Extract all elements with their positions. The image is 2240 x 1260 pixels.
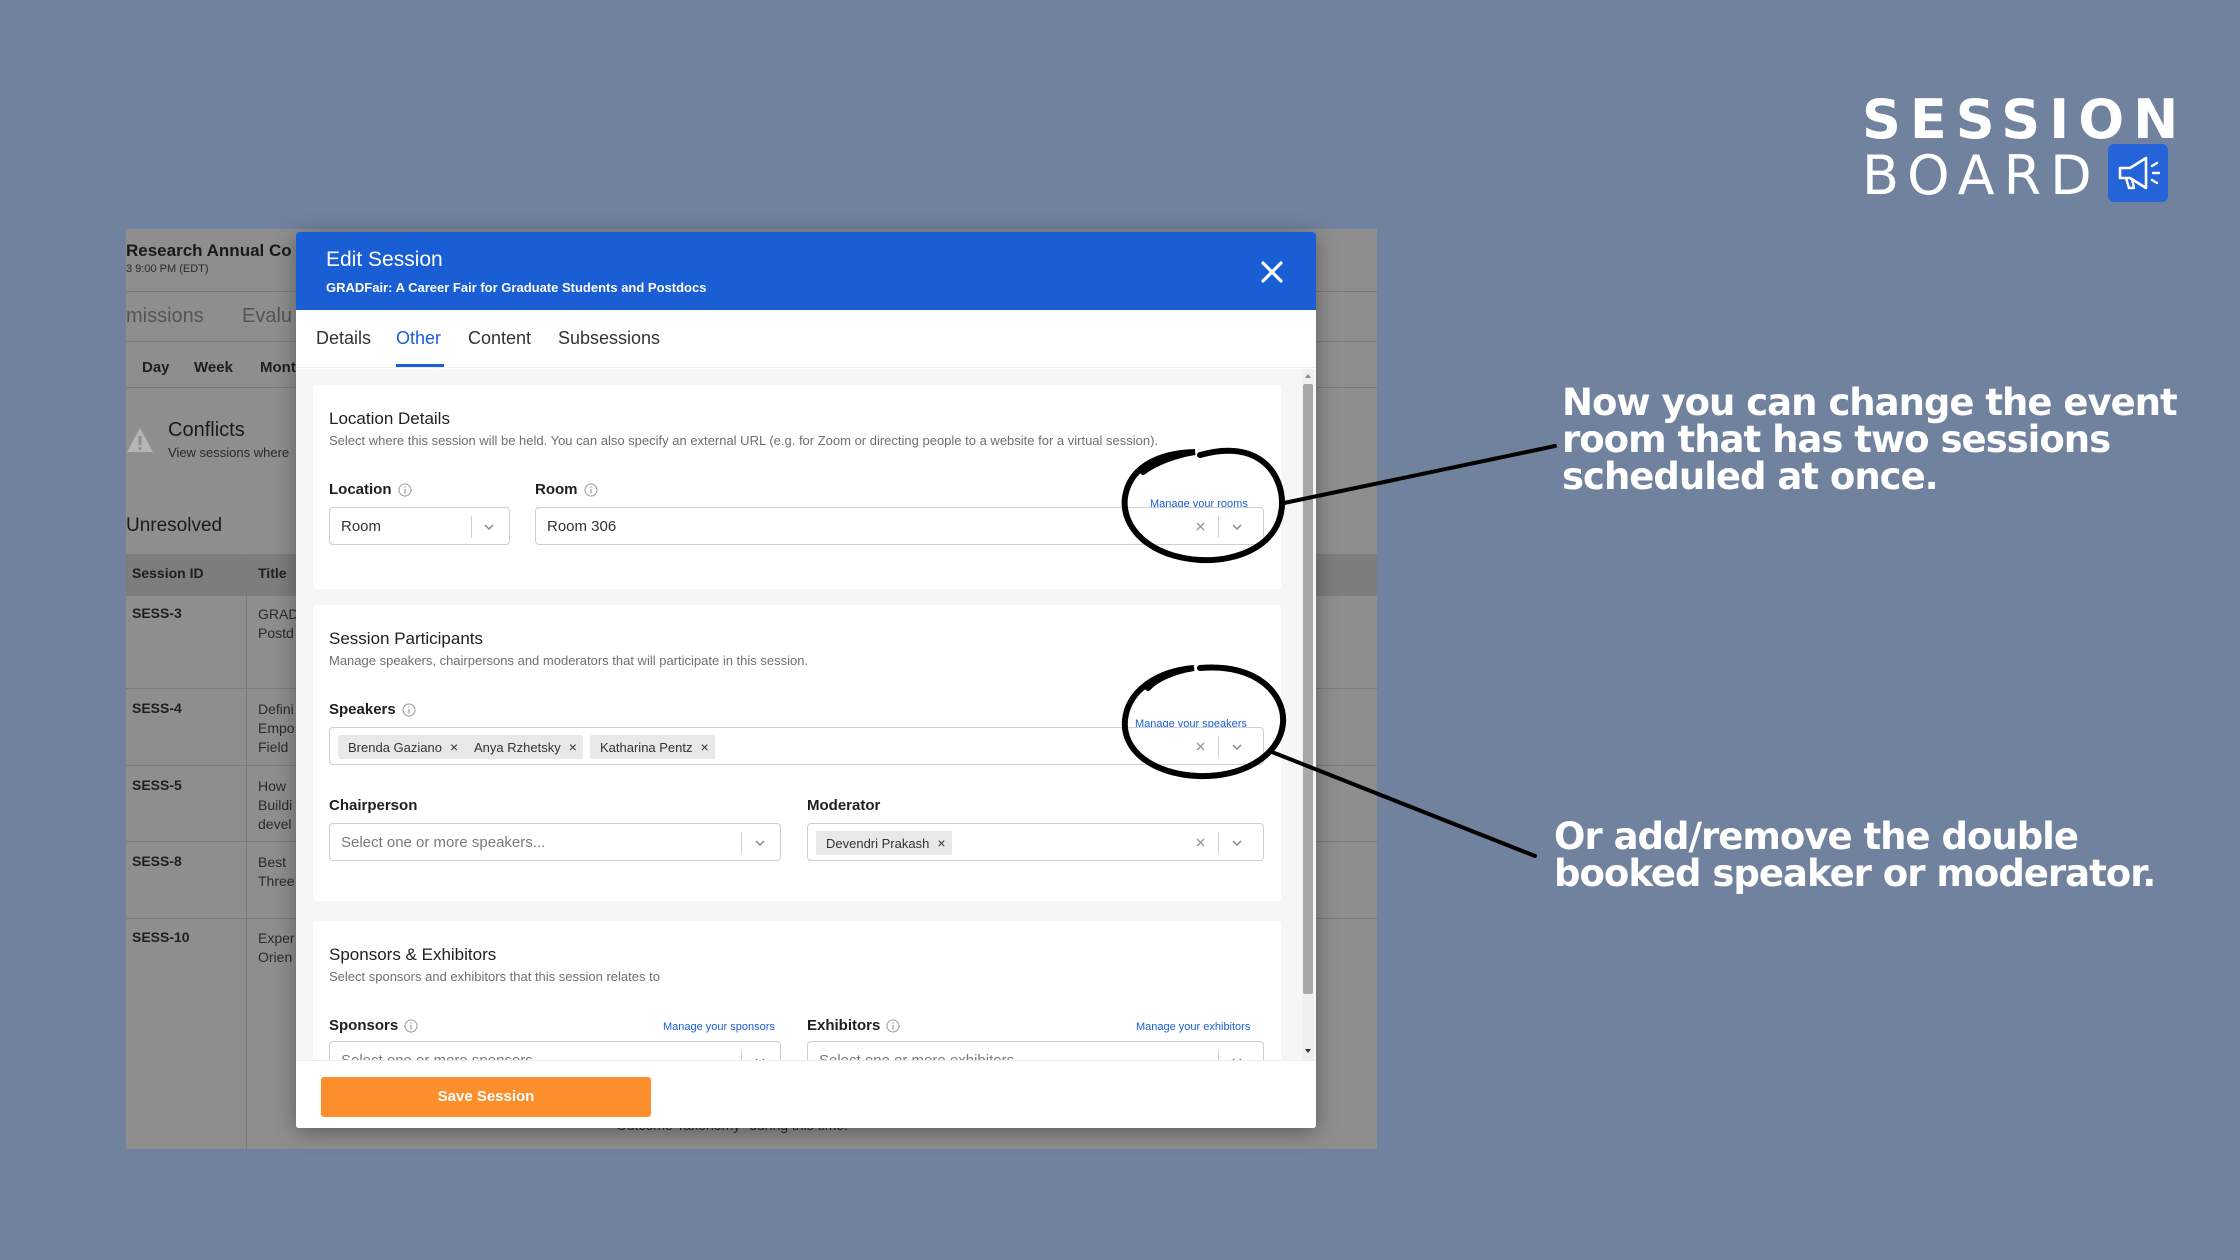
annotation-circle-room (1121, 447, 1286, 564)
logo-text-board: BOARD (1862, 144, 2101, 207)
annotation-callout-speakers: Or add/remove the double booked speaker … (1554, 815, 2156, 895)
sessionboard-logo: SESSION BOARD (1862, 92, 2178, 207)
annotation-circle-speakers (1121, 664, 1287, 780)
annotation-callout-room: Now you can change the event room that h… (1562, 381, 2178, 498)
logo-text-session: SESSION (1862, 88, 2188, 151)
annotation-pointer-line-2 (1270, 750, 1537, 858)
logo-badge (2108, 144, 2168, 202)
megaphone-icon (2118, 156, 2161, 190)
annotation-pointer-line-1 (1282, 444, 1557, 505)
